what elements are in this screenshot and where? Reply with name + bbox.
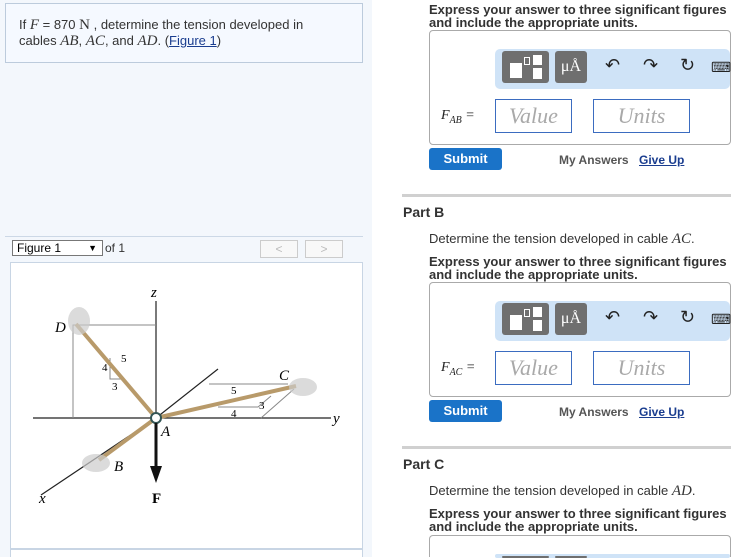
instructions: Express your answer to three significant… <box>429 506 727 534</box>
label-5: 5 <box>231 385 237 397</box>
dropdown-arrow-icon: ▼ <box>88 243 97 253</box>
divider <box>402 446 731 449</box>
label-sub: AC <box>449 366 463 378</box>
math-var: AC <box>85 33 105 49</box>
text: Determine the tension developed in cable <box>429 231 672 246</box>
label-D: D <box>54 320 66 336</box>
label-4: 4 <box>231 408 237 420</box>
text: , <box>78 33 86 48</box>
instructions: Express your answer to three significant… <box>429 254 727 282</box>
figure-toolbar: Figure 1 ▼ of 1 < > <box>5 236 363 259</box>
redo-icon[interactable]: ↷ <box>643 55 658 76</box>
math-var: AD <box>671 483 692 499</box>
math-var: AB <box>60 33 79 49</box>
anchor-D <box>68 307 90 335</box>
text: , determine the tension developed in <box>89 17 304 32</box>
left-panel: If F = 870 N , determine the tension dev… <box>0 0 372 557</box>
give-up-link[interactable]: Give Up <box>639 153 684 167</box>
answer-label: FAC = <box>441 360 476 378</box>
divider <box>402 194 731 197</box>
force-arrowhead <box>150 466 162 483</box>
label-y: y <box>331 411 340 427</box>
answer-box-a: μÅ ↶ ↷ ↻ ⌨ FAB = Value Units <box>429 30 731 145</box>
label-F: F <box>152 491 161 507</box>
units-icon[interactable]: μÅ <box>555 51 587 83</box>
prev-figure-button[interactable]: < <box>260 240 298 258</box>
label-B: B <box>114 459 123 475</box>
text: , and <box>104 33 138 48</box>
figure-count: of 1 <box>105 241 126 255</box>
figure-panel: z y x D C B A F 5 4 3 5 4 3 <box>10 262 363 549</box>
math-unit: N <box>79 17 90 33</box>
text: Determine the tension developed in cable <box>429 483 672 498</box>
text: If <box>19 17 30 32</box>
my-answers-label: My Answers <box>559 405 629 419</box>
instructions: Express your answer to three significant… <box>429 2 727 30</box>
submit-button[interactable]: Submit <box>429 400 502 422</box>
figure-select[interactable]: Figure 1 ▼ <box>12 240 103 256</box>
units-icon[interactable]: μÅ <box>555 303 587 335</box>
part-title: Part C <box>403 456 445 472</box>
math-var: F <box>29 17 40 33</box>
label-main: F <box>441 360 450 375</box>
label-4: 4 <box>102 362 108 374</box>
cable-AD <box>74 322 158 420</box>
label-z: z <box>150 285 157 301</box>
label-x: x <box>38 491 46 507</box>
figure-panel-secondary <box>10 549 363 557</box>
text: ) <box>216 33 222 48</box>
units-input[interactable]: Units <box>593 351 690 385</box>
math-var: AD <box>137 33 158 49</box>
keyboard-icon[interactable]: ⌨ <box>711 311 731 328</box>
next-figure-button[interactable]: > <box>305 240 343 258</box>
reset-icon[interactable]: ↻ <box>680 307 695 328</box>
cable-AB <box>97 416 158 462</box>
answer-box-c <box>429 535 731 558</box>
redo-icon[interactable]: ↷ <box>643 307 658 328</box>
label-3: 3 <box>112 381 118 393</box>
my-answers-label: My Answers <box>559 153 629 167</box>
label-main: F <box>441 108 450 123</box>
question: Determine the tension developed in cable… <box>429 231 695 247</box>
value-input[interactable]: Value <box>495 351 572 385</box>
label-5: 5 <box>121 353 127 365</box>
part-title: Part B <box>403 204 445 220</box>
value-input[interactable]: Value <box>495 99 572 133</box>
units-input[interactable]: Units <box>593 99 690 133</box>
math-toolbar: μÅ ↶ ↷ ↻ ⌨ <box>495 49 731 89</box>
math-var: AC <box>671 231 691 247</box>
text: cables <box>19 33 61 48</box>
answer-label: FAB = <box>441 108 475 126</box>
submit-button[interactable]: Submit <box>429 148 502 170</box>
figure-diagram: z y x D C B A F 5 4 3 5 4 3 <box>33 285 340 507</box>
select-value: Figure 1 <box>17 241 62 255</box>
math-toolbar <box>495 554 730 558</box>
undo-icon[interactable]: ↶ <box>605 307 620 328</box>
label-3: 3 <box>259 400 265 412</box>
keyboard-icon[interactable]: ⌨ <box>711 59 731 76</box>
math-toolbar: μÅ ↶ ↷ ↻ ⌨ <box>495 301 731 341</box>
problem-statement: If F = 870 N , determine the tension dev… <box>5 3 363 63</box>
templates-icon[interactable] <box>502 303 549 335</box>
label-A: A <box>160 424 171 440</box>
question: Determine the tension developed in cable… <box>429 483 696 499</box>
text: = 870 <box>39 17 80 32</box>
figure-link[interactable]: Figure 1 <box>169 33 217 48</box>
label-sub: AB <box>449 114 462 126</box>
reset-icon[interactable]: ↻ <box>680 55 695 76</box>
ring-A <box>150 412 162 424</box>
label-C: C <box>279 368 290 384</box>
give-up-link[interactable]: Give Up <box>639 405 684 419</box>
answer-box-b: μÅ ↶ ↷ ↻ ⌨ FAC = Value Units <box>429 282 731 397</box>
anchor-B <box>82 454 110 472</box>
templates-icon[interactable] <box>502 51 549 83</box>
undo-icon[interactable]: ↶ <box>605 55 620 76</box>
anchor-C <box>289 378 317 396</box>
text: . ( <box>157 33 170 48</box>
